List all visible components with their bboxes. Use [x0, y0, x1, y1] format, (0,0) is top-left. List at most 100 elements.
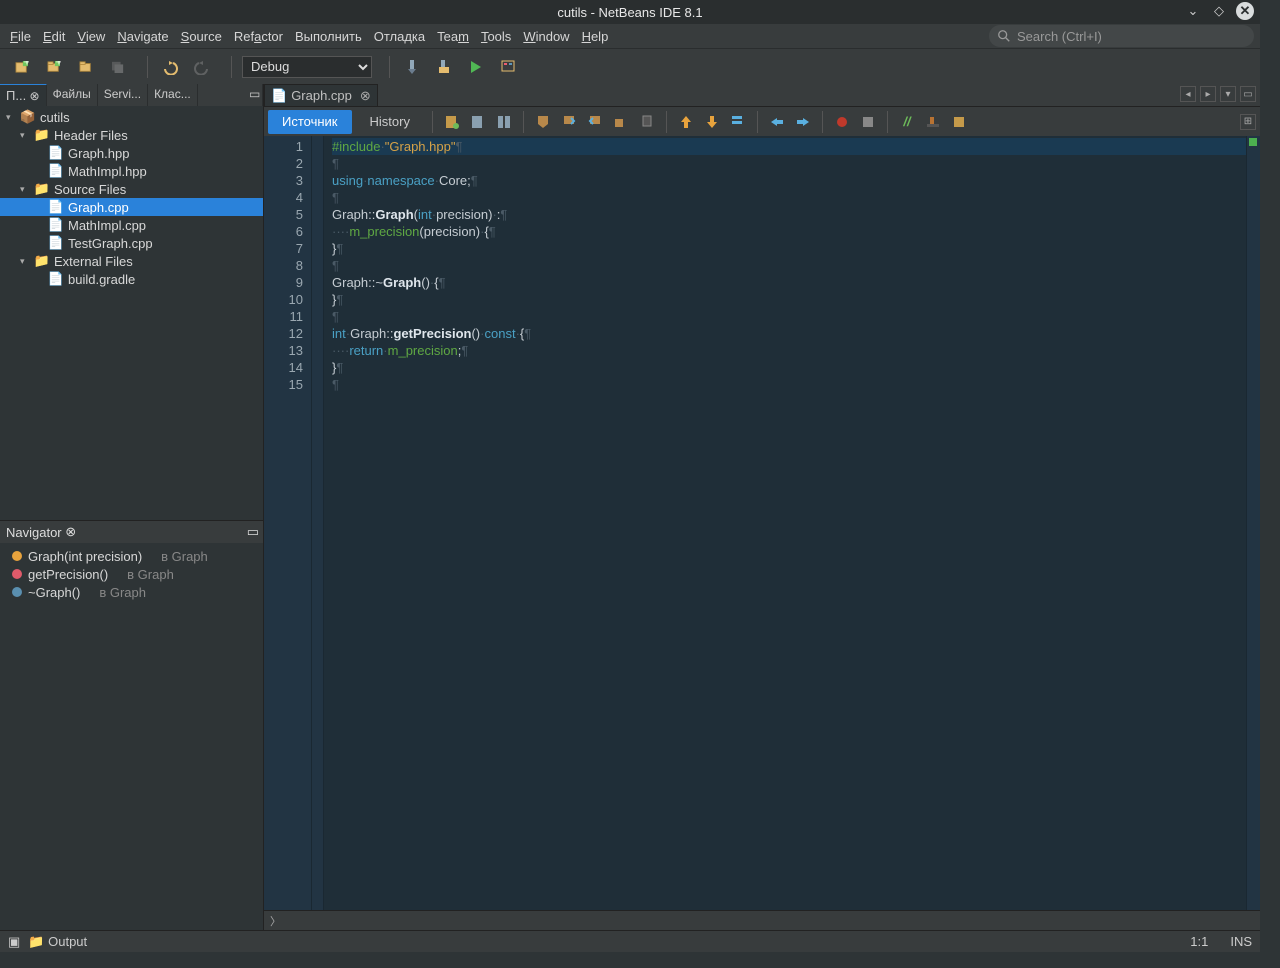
menu-debug[interactable]: Отладка [368, 27, 431, 46]
redo-button[interactable] [190, 55, 214, 79]
tree-file[interactable]: 📄TestGraph.cpp [0, 234, 263, 252]
line-gutter: 123456789101112131415 [264, 136, 312, 910]
tree-folder-sources[interactable]: ▾📁Source Files [0, 180, 263, 198]
search-placeholder: Search (Ctrl+I) [1017, 29, 1102, 44]
open-button[interactable] [74, 55, 98, 79]
breadcrumb[interactable]: 〉 [264, 910, 1260, 930]
app-root: cutils - NetBeans IDE 8.1 ⌄ ◇ ✕ File Edi… [0, 0, 1260, 952]
tree-file-selected[interactable]: 📄Graph.cpp [0, 198, 263, 216]
menu-source[interactable]: Source [175, 27, 228, 46]
next-edit-icon[interactable] [636, 111, 658, 133]
settings-icon[interactable] [948, 111, 970, 133]
debug-button[interactable] [496, 55, 520, 79]
tree-file[interactable]: 📄build.gradle [0, 270, 263, 288]
editor-tab[interactable]: 📄 Graph.cpp ⊗ [264, 84, 378, 106]
editor-toolbar: Источник History [264, 106, 1260, 136]
run-button[interactable] [464, 55, 488, 79]
build-button[interactable] [400, 55, 424, 79]
subtab-history[interactable]: History [356, 110, 424, 134]
prev-bookmark-icon[interactable] [532, 111, 554, 133]
toggle-highlight-icon[interactable] [922, 111, 944, 133]
editor-panel: 📄 Graph.cpp ⊗ ◂ ▸ ▾ ▭ Источник History [264, 84, 1260, 930]
menu-view[interactable]: View [71, 27, 111, 46]
editor-tabstrip: 📄 Graph.cpp ⊗ ◂ ▸ ▾ ▭ [264, 84, 1260, 106]
code-content[interactable]: #include·"Graph.hpp"¶ ¶ using·namespace·… [324, 136, 1246, 910]
status-output-button[interactable]: 📁 Output [28, 934, 87, 950]
maximize-editor-icon[interactable]: ▭ [1240, 86, 1256, 102]
minimize-left-icon[interactable]: ▭ [243, 84, 263, 106]
tree-project[interactable]: ▾📦cutils [0, 108, 263, 126]
nav-forward-icon[interactable] [792, 111, 814, 133]
nav-back-icon[interactable] [766, 111, 788, 133]
prev-edit-icon[interactable] [610, 111, 632, 133]
nav-item[interactable]: getPrecision() в Graph [6, 565, 257, 583]
undo-button[interactable] [158, 55, 182, 79]
tree-file[interactable]: 📄Graph.hpp [0, 144, 263, 162]
tab-scroll-left-icon[interactable]: ◂ [1180, 86, 1196, 102]
left-tabstrip: П... ⊗ Файлы Servi... Клас... ▭ [0, 84, 263, 106]
minimize-nav-icon[interactable]: ▭ [247, 524, 259, 540]
next-bookmark-icon[interactable] [558, 111, 580, 133]
search-box[interactable]: Search (Ctrl+I) [989, 25, 1254, 47]
toggle-bookmark-icon[interactable] [584, 111, 606, 133]
last-edit-icon[interactable] [441, 111, 463, 133]
save-all-button[interactable] [106, 55, 130, 79]
new-file-button[interactable]: + [10, 55, 34, 79]
menu-edit[interactable]: Edit [37, 27, 71, 46]
overview-ruler[interactable] [1246, 136, 1260, 910]
tree-file[interactable]: 📄MathImpl.cpp [0, 216, 263, 234]
menu-refactor[interactable]: Refactor [228, 27, 289, 46]
new-project-button[interactable]: + [42, 55, 66, 79]
menu-team[interactable]: Team [431, 27, 475, 46]
cpp-file-icon: 📄 [271, 88, 287, 104]
tree-file[interactable]: 📄MathImpl.hpp [0, 162, 263, 180]
tab-list-icon[interactable]: ▾ [1220, 86, 1236, 102]
shift-up-icon[interactable] [675, 111, 697, 133]
menu-help[interactable]: Help [576, 27, 615, 46]
tab-projects[interactable]: П... ⊗ [0, 84, 47, 106]
tab-classes[interactable]: Клас... [148, 84, 198, 106]
tree-folder-headers[interactable]: ▾📁Header Files [0, 126, 263, 144]
nav-item[interactable]: Graph(int precision) в Graph [6, 547, 257, 565]
window-title: cutils - NetBeans IDE 8.1 [557, 5, 702, 20]
diff-icon[interactable] [493, 111, 515, 133]
menu-tools[interactable]: Tools [475, 27, 517, 46]
shift-down-icon[interactable] [701, 111, 723, 133]
toggle-comment-icon[interactable]: // [896, 111, 918, 133]
macro-record-icon[interactable] [831, 111, 853, 133]
subtab-source[interactable]: Источник [268, 110, 352, 134]
code-editor[interactable]: 123456789101112131415 #include·"Graph.hp… [264, 136, 1260, 910]
nav-item[interactable]: ~Graph() в Graph [6, 583, 257, 601]
fold-gutter[interactable] [312, 136, 324, 910]
menu-navigate[interactable]: Navigate [111, 27, 174, 46]
find-selection-icon[interactable] [727, 111, 749, 133]
status-notifications-icon[interactable]: ▣ [8, 934, 20, 950]
config-select[interactable]: Debug [242, 56, 372, 78]
svg-text:+: + [56, 61, 61, 68]
tab-files[interactable]: Файлы [47, 84, 98, 106]
maximize-icon[interactable]: ◇ [1210, 2, 1228, 20]
menu-window[interactable]: Window [517, 27, 575, 46]
titlebar: cutils - NetBeans IDE 8.1 ⌄ ◇ ✕ [0, 0, 1260, 24]
menu-run[interactable]: Выполнить [289, 27, 368, 46]
close-tab-icon[interactable]: ⊗ [360, 88, 371, 104]
refresh-icon[interactable] [467, 111, 489, 133]
clean-build-button[interactable] [432, 55, 456, 79]
split-editor-icon[interactable]: ⊞ [1240, 114, 1256, 130]
status-insert-mode[interactable]: INS [1230, 934, 1252, 949]
menu-file[interactable]: File [4, 27, 37, 46]
window-controls: ⌄ ◇ ✕ [1184, 2, 1254, 20]
tab-scroll-right-icon[interactable]: ▸ [1200, 86, 1216, 102]
search-icon [997, 29, 1011, 43]
tab-services[interactable]: Servi... [98, 84, 148, 106]
macro-stop-icon[interactable] [857, 111, 879, 133]
svg-text:+: + [24, 61, 29, 68]
navigator-header[interactable]: Navigator ⊗ ▭ [0, 521, 263, 543]
close-icon[interactable]: ✕ [1236, 2, 1254, 20]
minimize-icon[interactable]: ⌄ [1184, 2, 1202, 20]
status-marker-icon [1249, 138, 1257, 146]
navigator-pane: Navigator ⊗ ▭ Graph(int precision) в Gra… [0, 520, 263, 930]
tree-folder-external[interactable]: ▾📁External Files [0, 252, 263, 270]
project-tree[interactable]: ▾📦cutils ▾📁Header Files 📄Graph.hpp 📄Math… [0, 106, 263, 520]
left-panel: П... ⊗ Файлы Servi... Клас... ▭ ▾📦cutils… [0, 84, 264, 930]
